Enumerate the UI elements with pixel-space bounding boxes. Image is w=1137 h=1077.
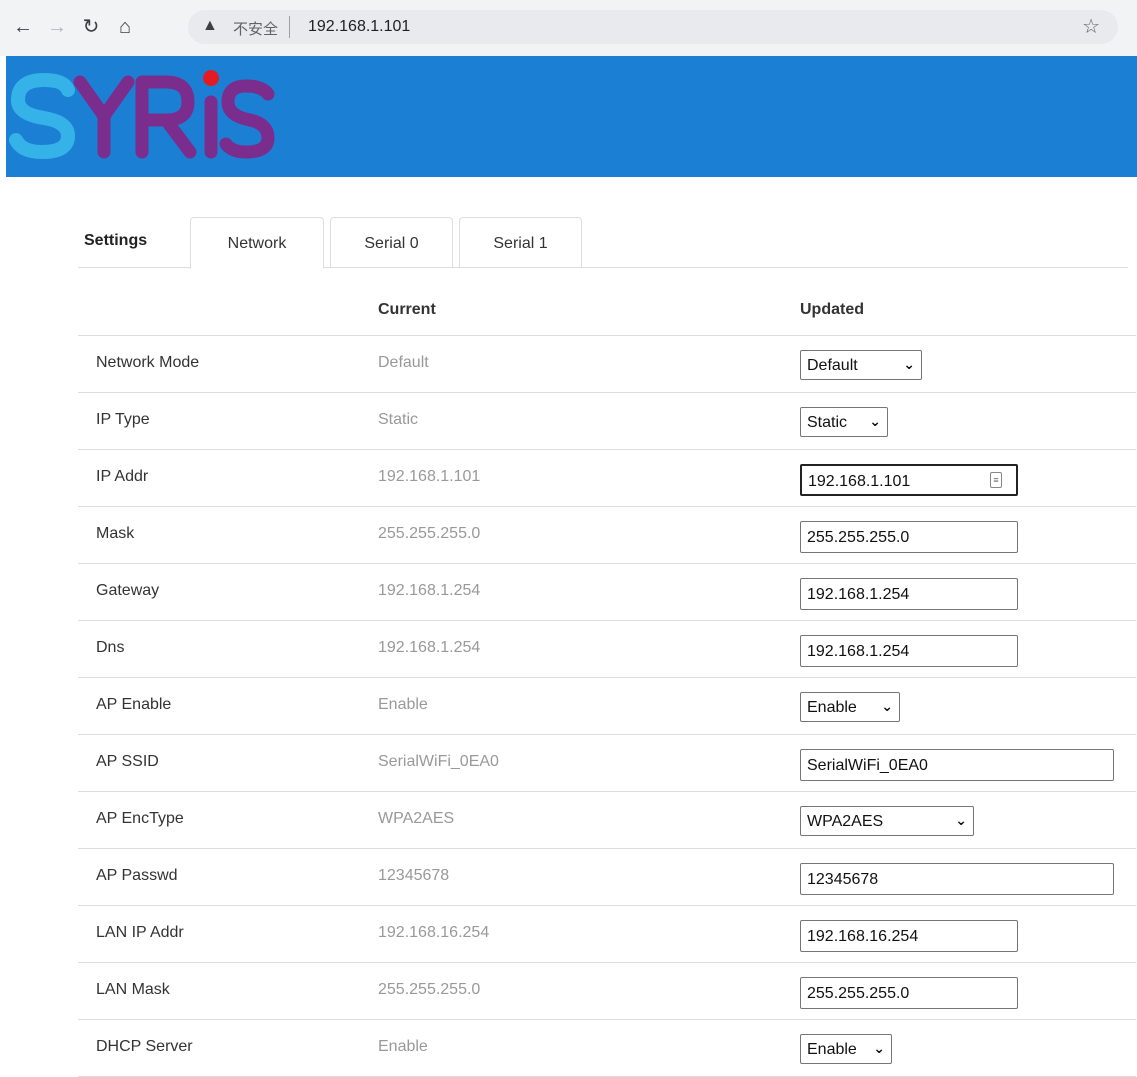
row-label: AP SSID (96, 753, 159, 770)
row-label: Network Mode (96, 354, 200, 371)
current-value: 255.255.255.0 (378, 525, 481, 542)
column-header-updated: Updated (800, 301, 864, 318)
current-value: 255.255.255.0 (378, 981, 481, 998)
current-value: Enable (378, 1038, 428, 1055)
tab-serial-0[interactable]: Serial 0 (330, 217, 453, 267)
current-value: Enable (378, 696, 428, 713)
input-value: 255.255.255.0 (807, 529, 910, 546)
select-value: Enable (807, 1041, 857, 1058)
row-label: LAN IP Addr (96, 924, 184, 941)
input-value: 192.168.1.254 (807, 586, 910, 603)
table-row: IP Type Static Static ⌄ (78, 393, 1136, 450)
chevron-down-icon: ⌄ (869, 413, 881, 429)
input-value: SerialWiFi_0EA0 (807, 757, 928, 774)
gateway-input[interactable]: 192.168.1.254 (800, 578, 1018, 610)
back-arrow-icon[interactable]: ← (10, 14, 36, 40)
settings-heading: Settings (84, 232, 148, 249)
row-label: Mask (96, 525, 135, 542)
table-row: AP Passwd 12345678 12345678 (78, 849, 1136, 906)
current-value: Default (378, 354, 429, 371)
current-value: 192.168.1.254 (378, 639, 481, 656)
select-value: WPA2AES (807, 813, 884, 830)
row-label: AP Enable (96, 696, 172, 713)
current-value: SerialWiFi_0EA0 (378, 753, 499, 770)
current-value: Static (378, 411, 419, 428)
browser-toolbar: ← → ↻ ⌂ ▲ 不安全 192.168.1.101 ☆ (0, 0, 1137, 56)
lan-ip-addr-input[interactable]: 192.168.16.254 (800, 920, 1018, 952)
chevron-down-icon: ⌄ (881, 698, 893, 714)
url-text[interactable]: 192.168.1.101 (308, 18, 410, 36)
home-icon[interactable]: ⌂ (112, 14, 138, 40)
ip-addr-input[interactable]: 192.168.1.101 ≡ (800, 464, 1018, 496)
tab-network[interactable]: Network (190, 217, 324, 269)
ap-enctype-select[interactable]: WPA2AES ⌄ (800, 806, 974, 836)
forward-arrow-icon[interactable]: → (44, 14, 70, 40)
row-label: AP EncType (96, 810, 184, 827)
chevron-down-icon: ⌄ (873, 1040, 885, 1056)
table-row: LAN Mask 255.255.255.0 255.255.255.0 (78, 963, 1136, 1020)
input-value: 192.168.16.254 (807, 928, 919, 945)
mask-input[interactable]: 255.255.255.0 (800, 521, 1018, 553)
dns-input[interactable]: 192.168.1.254 (800, 635, 1018, 667)
table-row: Gateway 192.168.1.254 192.168.1.254 (78, 564, 1136, 621)
current-value: 12345678 (378, 867, 450, 884)
autofill-key-icon[interactable]: ≡ (990, 472, 1002, 488)
row-label: Dns (96, 639, 125, 656)
row-label: Gateway (96, 582, 160, 599)
table-header: Current Updated (78, 287, 1136, 336)
table-row: Network Mode Default Default ⌄ (78, 336, 1136, 393)
syris-logo (9, 70, 275, 160)
bookmark-star-icon[interactable]: ☆ (1082, 14, 1100, 39)
select-value: Enable (807, 699, 857, 716)
current-value: 192.168.16.254 (378, 924, 490, 941)
table-row: AP EncType WPA2AES WPA2AES ⌄ (78, 792, 1136, 849)
input-value: 255.255.255.0 (807, 985, 910, 1002)
input-value: 192.168.1.254 (807, 643, 910, 660)
address-separator (289, 16, 290, 38)
input-value: 192.168.1.101 (808, 473, 911, 490)
row-label: IP Type (96, 411, 150, 428)
ap-passwd-input[interactable]: 12345678 (800, 863, 1114, 895)
row-label: IP Addr (96, 468, 149, 485)
row-label: AP Passwd (96, 867, 178, 884)
ap-ssid-input[interactable]: SerialWiFi_0EA0 (800, 749, 1114, 781)
warning-icon[interactable]: ▲ (202, 17, 218, 35)
table-row: LAN IP Addr 192.168.16.254 192.168.16.25… (78, 906, 1136, 963)
reload-icon[interactable]: ↻ (78, 14, 104, 40)
header-banner (6, 56, 1137, 177)
select-value: Default (807, 357, 858, 374)
current-value: 192.168.1.254 (378, 582, 481, 599)
chevron-down-icon: ⌄ (955, 812, 967, 828)
column-header-current: Current (378, 301, 436, 318)
table-row: IP Addr 192.168.1.101 192.168.1.101 ≡ (78, 450, 1136, 507)
select-value: Static (807, 414, 848, 431)
current-value: 192.168.1.101 (378, 468, 481, 485)
chevron-down-icon: ⌄ (903, 356, 915, 372)
address-bar[interactable]: ▲ 不安全 192.168.1.101 ☆ (188, 10, 1118, 44)
input-value: 12345678 (807, 871, 879, 888)
dhcp-server-select[interactable]: Enable ⌄ (800, 1034, 892, 1064)
table-row: Dns 192.168.1.254 192.168.1.254 (78, 621, 1136, 678)
row-label: DHCP Server (96, 1038, 193, 1055)
settings-tabs: Settings Network Serial 0 Serial 1 (78, 217, 1128, 269)
lan-mask-input[interactable]: 255.255.255.0 (800, 977, 1018, 1009)
ap-enable-select[interactable]: Enable ⌄ (800, 692, 900, 722)
row-label: LAN Mask (96, 981, 170, 998)
table-row: DHCP Server Enable Enable ⌄ (78, 1020, 1136, 1077)
table-row: AP SSID SerialWiFi_0EA0 SerialWiFi_0EA0 (78, 735, 1136, 792)
table-row: Mask 255.255.255.0 255.255.255.0 (78, 507, 1136, 564)
tab-serial-1[interactable]: Serial 1 (459, 217, 582, 267)
ip-type-select[interactable]: Static ⌄ (800, 407, 888, 437)
current-value: WPA2AES (378, 810, 455, 827)
table-row: AP Enable Enable Enable ⌄ (78, 678, 1136, 735)
network-mode-select[interactable]: Default ⌄ (800, 350, 922, 380)
insecure-label[interactable]: 不安全 (233, 18, 278, 39)
